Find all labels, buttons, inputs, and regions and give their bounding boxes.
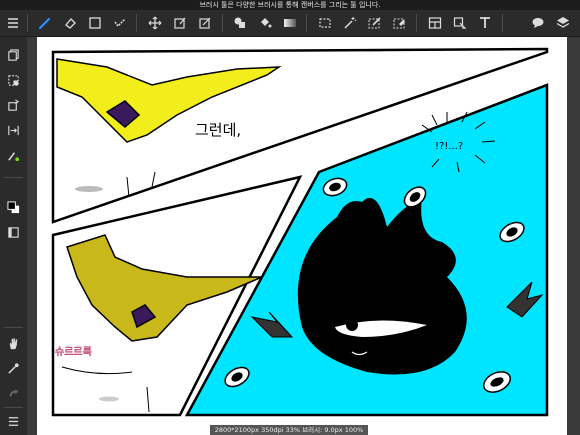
- move-icon[interactable]: [145, 13, 165, 33]
- redo-icon[interactable]: [3, 383, 23, 403]
- toolbar-separator: [416, 14, 417, 32]
- fill-shape-icon[interactable]: [230, 13, 250, 33]
- select-pen-icon[interactable]: [365, 13, 385, 33]
- menu-icon[interactable]: [3, 13, 23, 33]
- status-bar: 2800*2100px 350dpi 33% 브러시: 9.0px 100%: [210, 425, 368, 435]
- bucket-icon[interactable]: [255, 13, 275, 33]
- copy-icon[interactable]: [3, 45, 23, 65]
- magic-wand-icon[interactable]: [340, 13, 360, 33]
- eyedropper-icon[interactable]: [3, 358, 23, 378]
- toolbar-separator: [4, 407, 23, 408]
- speech-text-1: 그런데,: [195, 121, 241, 139]
- smudge-icon[interactable]: [110, 13, 130, 33]
- comic-artwork: 그런데, 슈르르륵 !?!...?: [51, 47, 549, 417]
- toolbar-separator: [222, 14, 223, 32]
- toolbar-separator: [306, 14, 307, 32]
- text-icon[interactable]: [475, 13, 495, 33]
- layout-icon[interactable]: [425, 13, 445, 33]
- list-icon[interactable]: [3, 411, 23, 431]
- brush-icon[interactable]: [35, 13, 55, 33]
- square-icon[interactable]: [85, 13, 105, 33]
- toolbar-separator: [4, 327, 23, 328]
- distort-icon[interactable]: [195, 13, 215, 33]
- transform-icon[interactable]: [170, 13, 190, 33]
- toolbar-separator: [27, 14, 28, 32]
- flip-icon[interactable]: [3, 120, 23, 140]
- select-eraser-icon[interactable]: [390, 13, 410, 33]
- color-swatch-icon[interactable]: [3, 197, 23, 217]
- speech-text-2: !?!...?: [435, 141, 463, 152]
- tool-hint: 브러시 툴은 다양한 브러시를 통해 캔버스를 그리는 툴 입니다.: [0, 0, 580, 10]
- toolbar-separator: [502, 14, 503, 32]
- layer-panel-icon[interactable]: [3, 222, 23, 242]
- layers-icon[interactable]: [553, 13, 573, 33]
- left-toolbar: [0, 37, 27, 435]
- top-toolbar: [0, 10, 580, 37]
- select-move-icon[interactable]: [450, 13, 470, 33]
- speech-bubble-icon[interactable]: [528, 13, 548, 33]
- select-rect-icon[interactable]: [315, 13, 335, 33]
- sfx-text: 슈르르륵: [55, 346, 92, 358]
- select-all-icon[interactable]: [3, 70, 23, 90]
- eraser-icon[interactable]: [60, 13, 80, 33]
- rotate-icon[interactable]: [3, 95, 23, 115]
- eyedropper-color-icon[interactable]: [3, 145, 23, 165]
- gradient-icon[interactable]: [280, 13, 300, 33]
- canvas-area[interactable]: 그런데, 슈르르륵 !?!...?: [27, 37, 580, 435]
- canvas-page[interactable]: 그런데, 슈르르륵 !?!...?: [37, 37, 567, 435]
- toolbar-separator: [136, 14, 137, 32]
- toolbar-separator: [4, 177, 23, 178]
- hand-icon[interactable]: [3, 333, 23, 353]
